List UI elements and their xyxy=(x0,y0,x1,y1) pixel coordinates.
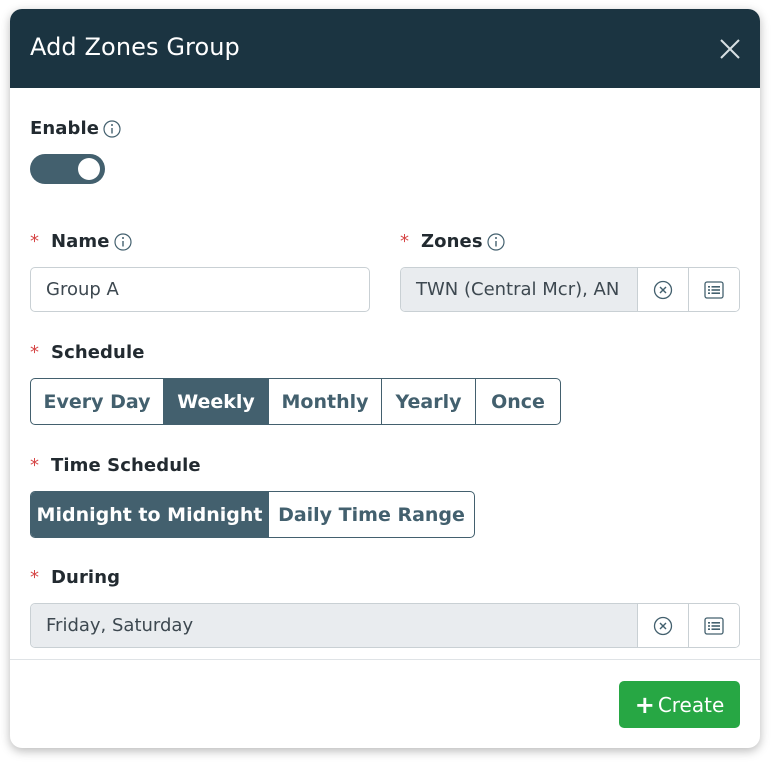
time-schedule-label-row: * Time Schedule xyxy=(30,455,201,476)
time-schedule-selector: Midnight to Midnight Daily Time Range xyxy=(30,491,475,538)
info-icon[interactable] xyxy=(487,232,505,251)
create-button[interactable]: + Create xyxy=(619,681,740,728)
schedule-label-row: * Schedule xyxy=(30,342,145,363)
during-label: During xyxy=(51,567,121,588)
name-input[interactable]: Group A xyxy=(30,267,370,312)
clear-circle-x-icon xyxy=(653,616,673,635)
enable-label: Enable xyxy=(30,118,100,139)
time-schedule-option-daily-range[interactable]: Daily Time Range xyxy=(268,492,474,537)
dialog-header: Add Zones Group xyxy=(10,9,760,88)
footer-divider xyxy=(10,659,760,660)
required-marker: * xyxy=(30,567,40,588)
dialog-title: Add Zones Group xyxy=(30,33,240,61)
list-icon xyxy=(704,616,724,635)
list-icon xyxy=(704,280,724,299)
close-icon xyxy=(720,39,740,59)
name-label-row: * Name xyxy=(30,231,132,252)
create-button-label: Create xyxy=(657,692,725,717)
name-label: Name xyxy=(51,231,110,252)
enable-toggle[interactable] xyxy=(30,154,105,184)
zones-list-button[interactable] xyxy=(688,268,739,311)
schedule-option-weekly[interactable]: Weekly xyxy=(163,379,268,424)
schedule-option-once[interactable]: Once xyxy=(475,379,560,424)
schedule-option-yearly[interactable]: Yearly xyxy=(381,379,475,424)
during-clear-button[interactable] xyxy=(637,604,688,647)
plus-icon: + xyxy=(634,690,655,719)
during-label-row: * During xyxy=(30,567,120,588)
required-marker: * xyxy=(30,455,40,476)
time-schedule-option-midnight[interactable]: Midnight to Midnight xyxy=(31,492,268,537)
during-picker: Friday, Saturday xyxy=(30,603,740,648)
info-icon[interactable] xyxy=(113,232,132,251)
required-marker: * xyxy=(30,342,40,363)
zones-label: Zones xyxy=(421,231,483,252)
during-value[interactable]: Friday, Saturday xyxy=(31,604,637,647)
add-zones-group-dialog: Add Zones Group Enable * Name Group A * … xyxy=(10,9,760,748)
clear-circle-x-icon xyxy=(653,280,673,299)
schedule-option-monthly[interactable]: Monthly xyxy=(268,379,381,424)
zones-value[interactable]: TWN (Central Mcr), AN xyxy=(401,268,637,311)
time-schedule-label: Time Schedule xyxy=(51,455,201,476)
required-marker: * xyxy=(400,231,410,252)
required-marker: * xyxy=(30,231,40,252)
zones-picker: TWN (Central Mcr), AN xyxy=(400,267,740,312)
schedule-label: Schedule xyxy=(51,342,145,363)
close-button[interactable] xyxy=(716,35,744,63)
zones-clear-button[interactable] xyxy=(637,268,688,311)
during-list-button[interactable] xyxy=(688,604,739,647)
info-icon[interactable] xyxy=(103,119,121,138)
toggle-knob xyxy=(78,158,100,180)
schedule-selector: Every Day Weekly Monthly Yearly Once xyxy=(30,378,561,425)
schedule-option-every-day[interactable]: Every Day xyxy=(31,379,163,424)
zones-label-row: * Zones xyxy=(400,231,505,252)
enable-label-row: Enable xyxy=(30,118,121,139)
